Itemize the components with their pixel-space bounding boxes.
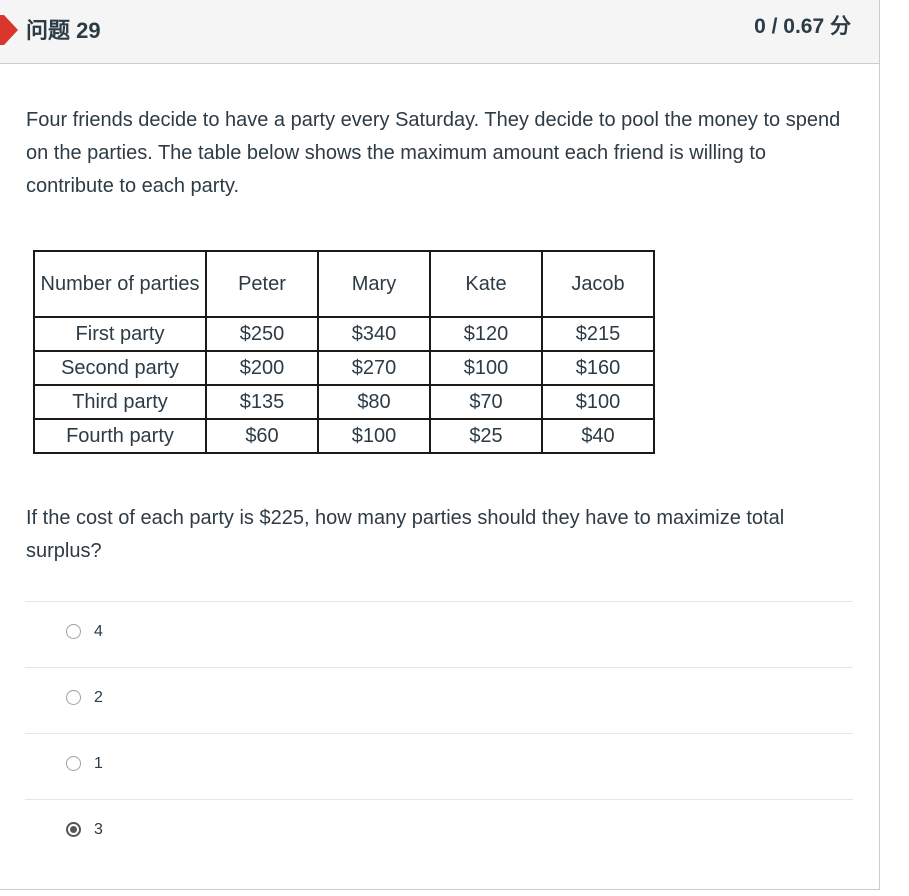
radio-button[interactable] (66, 822, 81, 837)
answer-option[interactable]: 4 (25, 601, 853, 667)
table-header-row: Number of parties Peter Mary Kate Jacob (33, 250, 655, 318)
answer-label: 4 (94, 623, 103, 640)
table-cell: $70 (429, 384, 543, 420)
answer-label: 1 (94, 755, 103, 772)
question-card: 问题 29 0 / 0.67 分 Four friends decide to … (0, 0, 880, 890)
answer-label: 2 (94, 689, 103, 706)
answer-label: 3 (94, 821, 103, 838)
table-cell: $200 (205, 350, 319, 386)
radio-button[interactable] (66, 624, 81, 639)
table-cell: $80 (317, 384, 431, 420)
table-cell: $100 (317, 418, 431, 454)
radio-button[interactable] (66, 756, 81, 771)
table-header-peter: Peter (205, 250, 319, 318)
table-cell: $40 (541, 418, 655, 454)
answer-option[interactable]: 1 (25, 733, 853, 799)
question-title: 问题 29 (26, 18, 101, 43)
question-points: 0 / 0.67 分 (754, 15, 851, 38)
question-text: Four friends decide to have a party ever… (26, 109, 841, 197)
question-header: 问题 29 0 / 0.67 分 (0, 0, 879, 64)
table-row: Third party $135 $80 $70 $100 (33, 384, 655, 420)
table-cell: $135 (205, 384, 319, 420)
answer-option[interactable]: 3 (25, 799, 853, 865)
answer-option[interactable]: 2 (25, 667, 853, 733)
table-header-kate: Kate (429, 250, 543, 318)
question-followup: If the cost of each party is $225, how m… (26, 507, 785, 562)
table-cell: Fourth party (33, 418, 207, 454)
table-header-mary: Mary (317, 250, 431, 318)
table-cell: First party (33, 316, 207, 352)
contribution-table: Number of parties Peter Mary Kate Jacob … (33, 250, 655, 454)
table-cell: $270 (317, 350, 431, 386)
answer-list: 4 2 1 3 (25, 601, 853, 865)
table-cell: $100 (541, 384, 655, 420)
table-header-jacob: Jacob (541, 250, 655, 318)
table-cell: $120 (429, 316, 543, 352)
table-cell: $250 (205, 316, 319, 352)
flag-icon[interactable] (0, 15, 18, 45)
table-row: First party $250 $340 $120 $215 (33, 316, 655, 352)
table-cell: $215 (541, 316, 655, 352)
radio-button[interactable] (66, 690, 81, 705)
table-cell: Second party (33, 350, 207, 386)
table-row: Fourth party $60 $100 $25 $40 (33, 418, 655, 454)
table-header-parties: Number of parties (33, 250, 207, 318)
table-cell: $340 (317, 316, 431, 352)
table-cell: $25 (429, 418, 543, 454)
table-cell: $100 (429, 350, 543, 386)
table-cell: $160 (541, 350, 655, 386)
table-row: Second party $200 $270 $100 $160 (33, 350, 655, 386)
table-cell: Third party (33, 384, 207, 420)
table-cell: $60 (205, 418, 319, 454)
